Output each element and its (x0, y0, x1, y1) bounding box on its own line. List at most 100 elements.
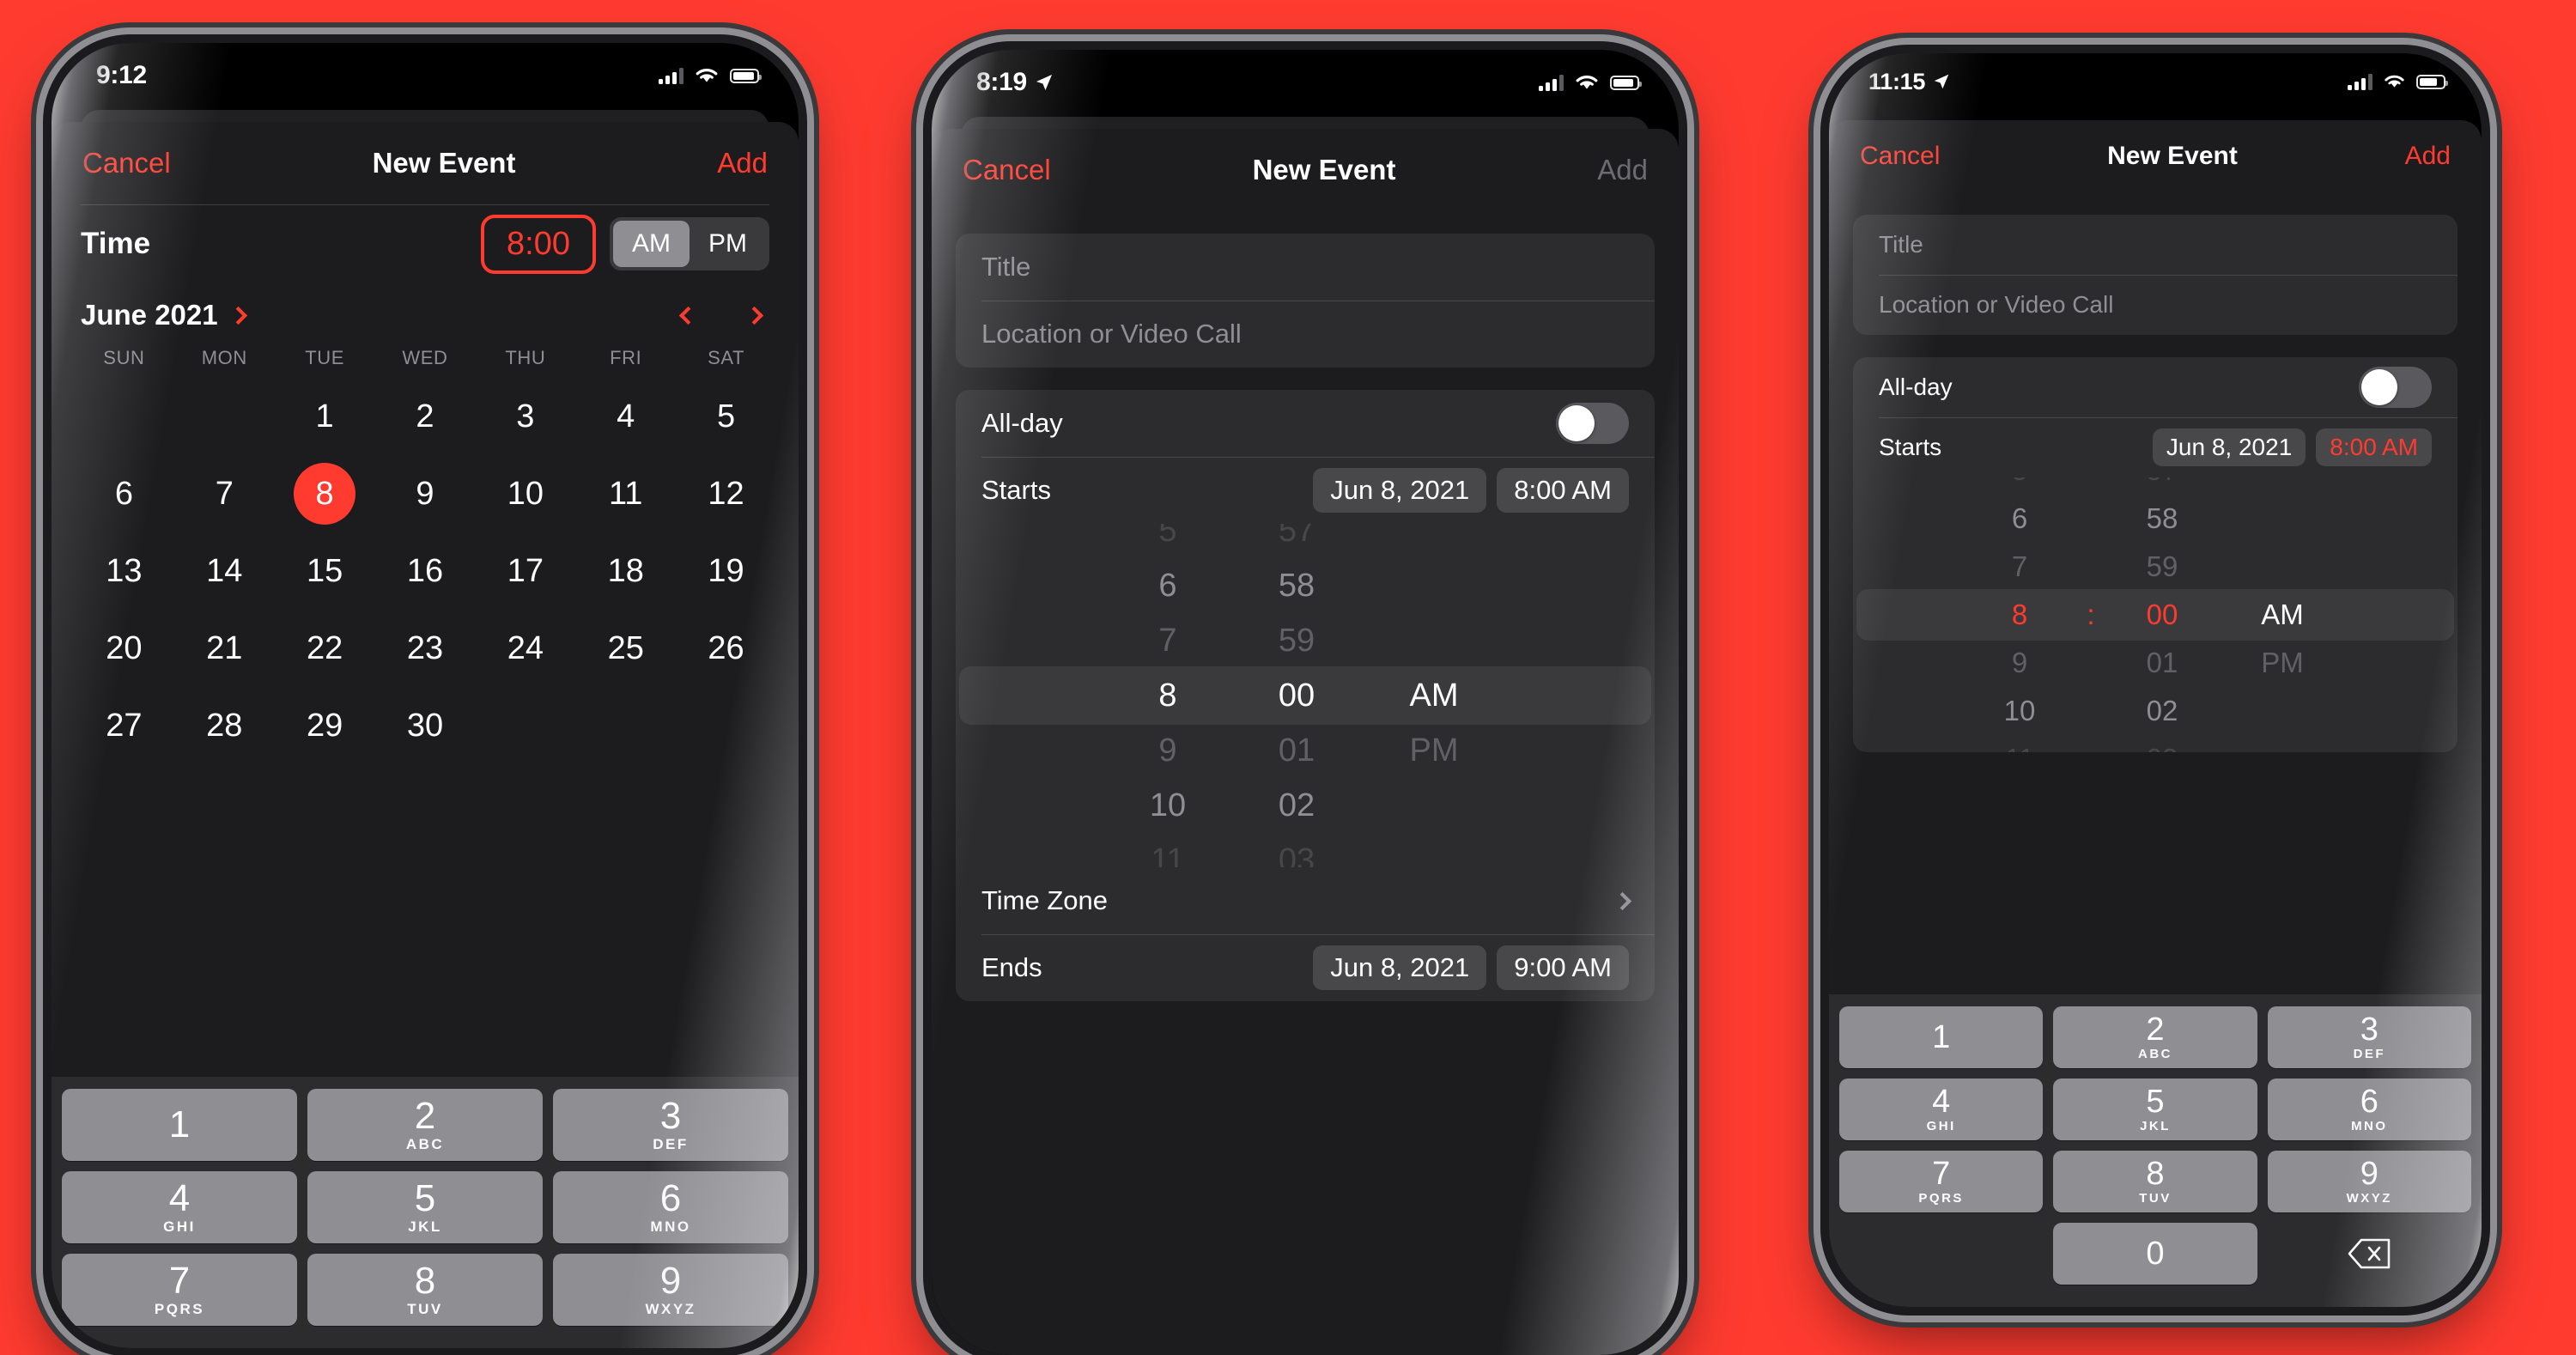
calendar-day[interactable]: 27 (74, 687, 174, 764)
minute-column[interactable]: 565758590001020304 (2106, 477, 2218, 752)
picker-option[interactable]: 11 (2005, 735, 2034, 752)
title-field-row[interactable]: Title (956, 234, 1655, 301)
picker-option[interactable]: 59 (2147, 543, 2178, 591)
ends-row[interactable]: Ends Jun 8, 2021 9:00 AM (956, 934, 1655, 1001)
title-input[interactable]: Title (1879, 231, 1923, 258)
calendar-day[interactable]: 24 (475, 610, 575, 687)
chevron-right-icon[interactable] (1613, 891, 1632, 910)
keypad-key-5[interactable]: 5 JKL (2053, 1079, 2257, 1140)
keypad-key-6[interactable]: 6 MNO (2267, 1079, 2471, 1140)
calendar-day-selected[interactable]: 8 (275, 455, 375, 532)
picker-option[interactable]: 7 (2012, 543, 2027, 591)
meridiem-segmented-control[interactable]: AM PM (610, 217, 769, 270)
time-picker-wheel[interactable]: 456789101112565758590001020304AMPM (956, 524, 1655, 867)
calendar-day[interactable]: 17 (475, 532, 575, 610)
picker-option[interactable]: 02 (2147, 687, 2178, 735)
keypad-key-1[interactable]: 1 (1839, 1006, 2044, 1068)
calendar-day[interactable]: 22 (275, 610, 375, 687)
keypad-key-9[interactable]: 9 WXYZ (2267, 1151, 2471, 1212)
add-button[interactable]: Add (2405, 142, 2451, 171)
calendar-day[interactable]: 5 (676, 378, 776, 455)
pm-segment[interactable]: PM (690, 221, 766, 267)
add-button[interactable]: Add (717, 147, 768, 179)
all-day-row[interactable]: All-day (956, 390, 1655, 457)
time-zone-row[interactable]: Time Zone (956, 867, 1655, 934)
picker-option[interactable]: 10 (1150, 778, 1186, 833)
starts-row[interactable]: Starts Jun 8, 2021 8:00 AM (1853, 417, 2458, 477)
calendar-day[interactable]: 14 (174, 532, 275, 610)
keypad-key-2[interactable]: 2 ABC (307, 1089, 543, 1161)
calendar-day[interactable]: 26 (676, 610, 776, 687)
previous-month-icon[interactable] (678, 306, 698, 325)
location-input[interactable]: Location or Video Call (981, 319, 1242, 349)
starts-date-chip[interactable]: Jun 8, 2021 (2152, 428, 2306, 466)
time-picker-wheel[interactable]: 456789101112:565758590001020304AMPM (1853, 477, 2458, 752)
picker-option[interactable]: 00 (2147, 591, 2178, 639)
cancel-button[interactable]: Cancel (1860, 142, 1940, 171)
picker-option[interactable]: 58 (2147, 495, 2178, 543)
minute-column[interactable]: 565758590001020304 (1232, 524, 1361, 867)
keypad-key-3[interactable]: 3 DEF (2267, 1006, 2471, 1068)
picker-option[interactable]: 5 (2012, 477, 2027, 495)
location-field-row[interactable]: Location or Video Call (956, 301, 1655, 368)
picker-option[interactable]: 03 (1279, 833, 1315, 867)
calendar-day[interactable]: 21 (174, 610, 275, 687)
picker-option[interactable]: 00 (1279, 668, 1315, 723)
calendar-day[interactable]: 6 (74, 455, 174, 532)
meridiem-column[interactable]: AM PM (1361, 524, 1507, 867)
keypad-key-7[interactable]: 7 PQRS (62, 1254, 297, 1326)
keypad-key-0[interactable]: 0 (2053, 1223, 2257, 1285)
keypad-key-3[interactable]: 3 DEF (553, 1089, 788, 1161)
calendar-day[interactable]: 11 (575, 455, 676, 532)
all-day-row[interactable]: All-day (1853, 357, 2458, 417)
calendar-month-label[interactable]: June 2021 (81, 299, 218, 331)
hour-column[interactable]: 456789101112 (1103, 524, 1232, 867)
all-day-toggle[interactable] (2359, 367, 2432, 408)
keypad-key-8[interactable]: 8 TUV (307, 1254, 543, 1326)
picker-option[interactable]: 57 (2147, 477, 2178, 495)
calendar-day[interactable]: 20 (74, 610, 174, 687)
calendar-day[interactable]: 3 (475, 378, 575, 455)
calendar-day[interactable]: 28 (174, 687, 275, 764)
calendar-day[interactable]: 10 (475, 455, 575, 532)
keypad-key-6[interactable]: 6 MNO (553, 1171, 788, 1243)
calendar-day[interactable]: 23 (375, 610, 476, 687)
delete-icon[interactable] (2268, 1223, 2471, 1285)
picker-option[interactable]: 03 (2147, 735, 2178, 752)
picker-option[interactable]: 5 (1158, 524, 1176, 558)
calendar-day[interactable]: 16 (375, 532, 476, 610)
calendar-day[interactable]: 18 (575, 532, 676, 610)
calendar-day[interactable]: 1 (275, 378, 375, 455)
keypad-key-4[interactable]: 4 GHI (1839, 1079, 2044, 1140)
chevron-right-icon[interactable] (228, 306, 247, 325)
keypad-key-2[interactable]: 2 ABC (2053, 1006, 2257, 1068)
picker-option[interactable]: 02 (1279, 778, 1315, 833)
starts-time-chip[interactable]: 8:00 AM (2316, 428, 2432, 466)
next-month-icon[interactable] (744, 306, 764, 325)
time-value-field[interactable]: 8:00 (481, 214, 596, 274)
cancel-button[interactable]: Cancel (963, 154, 1051, 186)
ends-time-chip[interactable]: 9:00 AM (1497, 945, 1629, 990)
calendar-day[interactable]: 19 (676, 532, 776, 610)
keypad-key-1[interactable]: 1 (62, 1089, 297, 1161)
picker-option[interactable]: 01 (1279, 723, 1315, 778)
calendar-day[interactable]: 7 (174, 455, 275, 532)
picker-option[interactable]: 59 (1279, 613, 1315, 668)
picker-option[interactable]: 9 (2012, 639, 2027, 687)
location-input[interactable]: Location or Video Call (1879, 291, 2113, 319)
hour-column[interactable]: 456789101112 (1964, 477, 2075, 752)
picker-option[interactable]: AM (2261, 591, 2304, 639)
picker-option[interactable]: 58 (1279, 558, 1315, 613)
picker-option[interactable]: 01 (2147, 639, 2178, 687)
picker-option[interactable]: 57 (1279, 524, 1315, 558)
calendar-day[interactable]: 2 (375, 378, 476, 455)
location-field-row[interactable]: Location or Video Call (1853, 275, 2458, 335)
calendar-day[interactable]: 25 (575, 610, 676, 687)
picker-option[interactable]: PM (2261, 639, 2304, 687)
calendar-day[interactable]: 13 (74, 532, 174, 610)
title-field-row[interactable]: Title (1853, 215, 2458, 275)
keypad-key-4[interactable]: 4 GHI (62, 1171, 297, 1243)
picker-option[interactable]: 9 (1158, 723, 1176, 778)
calendar-day[interactable]: 29 (275, 687, 375, 764)
picker-option[interactable]: 8 (1158, 668, 1176, 723)
